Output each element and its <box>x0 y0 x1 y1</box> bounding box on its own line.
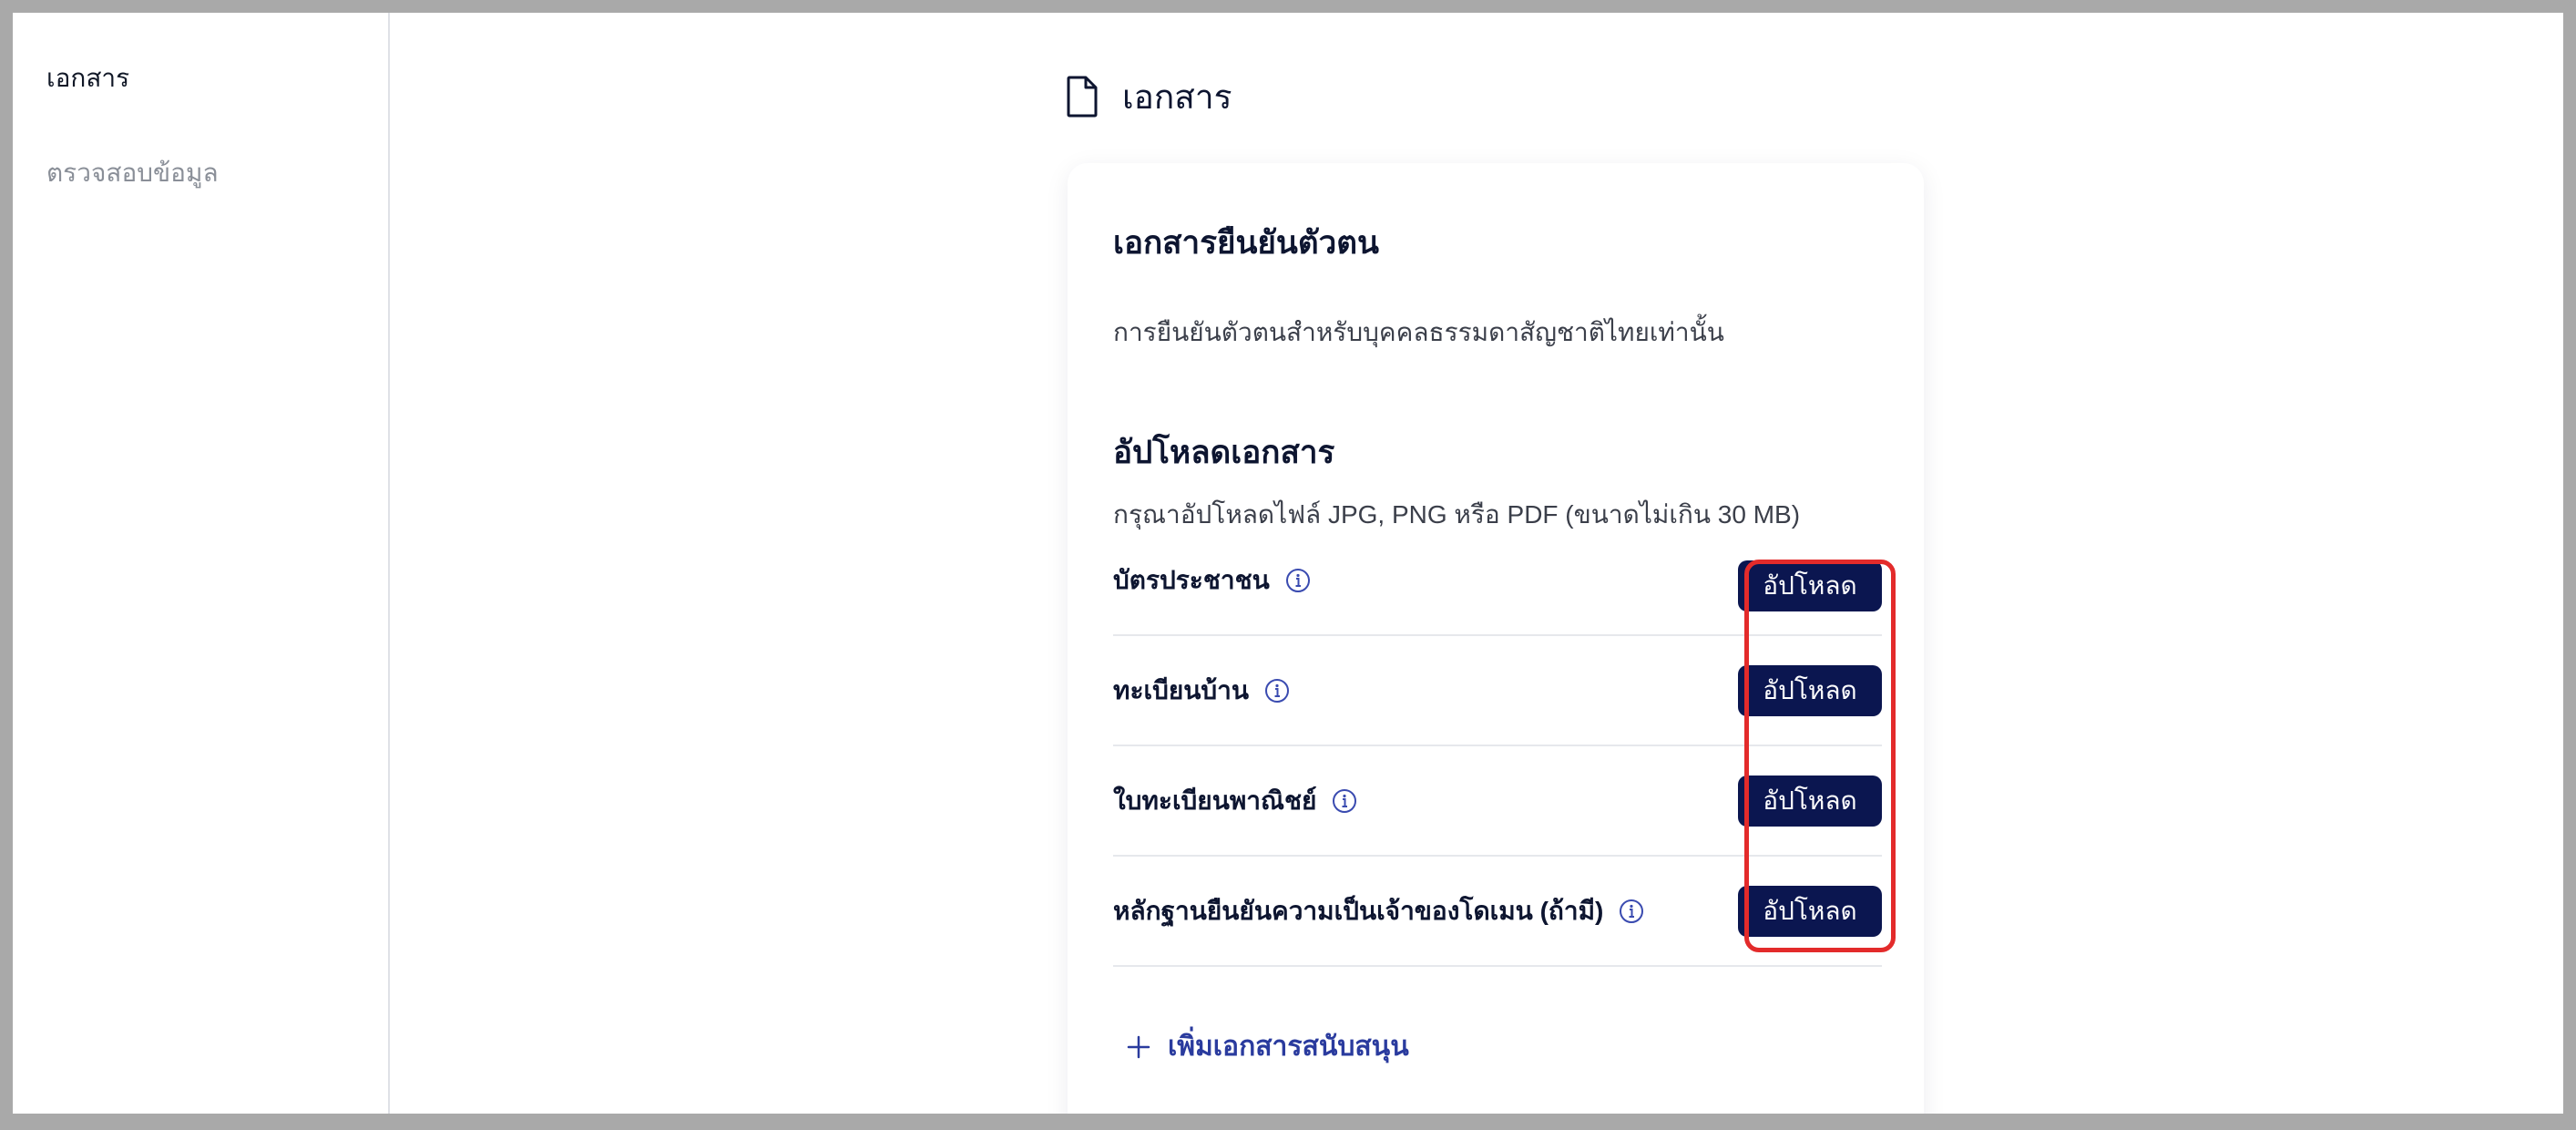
upload-button[interactable]: อัปโหลด <box>1738 560 1882 611</box>
card-description: การยืนยันตัวตนสำหรับบุคคลธรรมดาสัญชาติไท… <box>1113 318 1724 346</box>
upload-button[interactable]: อัปโหลด <box>1738 664 1882 716</box>
page-title: เอกสาร <box>1122 77 1232 116</box>
sidebar-item-verify-data[interactable]: ตรวจสอบข้อมูล <box>46 153 219 193</box>
page-header: เอกสาร <box>1066 71 1232 122</box>
add-supporting-document-link[interactable]: เพิ่มเอกสารสนับสนุน <box>1126 1025 1409 1068</box>
add-supporting-document-label: เพิ่มเอกสารสนับสนุน <box>1168 1032 1409 1062</box>
identity-documents-card: เอกสารยืนยันตัวตน การยืนยันตัวตนสำหรับบุ… <box>1068 163 1924 1114</box>
document-row-id-card: บัตรประชาชน อัปโหลด <box>1113 539 1882 636</box>
document-label: หลักฐานยืนยันความเป็นเจ้าของโดเมน (ถ้ามี… <box>1113 896 1604 925</box>
document-row-domain-ownership: หลักฐานยืนยันความเป็นเจ้าของโดเมน (ถ้ามี… <box>1113 857 1882 967</box>
info-icon[interactable] <box>1618 898 1645 925</box>
document-row-house-registration: ทะเบียนบ้าน อัปโหลด <box>1113 636 1882 746</box>
document-label: ใบทะเบียนพาณิชย์ <box>1113 786 1317 815</box>
document-row-commercial-registration: ใบทะเบียนพาณิชย์ อัปโหลด <box>1113 746 1882 857</box>
document-list: บัตรประชาชน อัปโหลด ทะเบียนบ้าน อัปโหลด <box>1113 539 1882 967</box>
card-title: เอกสารยืนยันตัวตน <box>1113 225 1379 261</box>
info-icon[interactable] <box>1263 677 1291 704</box>
plus-icon <box>1126 1034 1151 1060</box>
sidebar: เอกสาร ตรวจสอบข้อมูล <box>13 13 390 1114</box>
document-label: ทะเบียนบ้าน <box>1113 675 1250 704</box>
upload-section-title: อัปโหลดเอกสาร <box>1113 435 1335 470</box>
sidebar-item-documents[interactable]: เอกสาร <box>46 58 129 98</box>
document-icon <box>1066 75 1099 118</box>
upload-button[interactable]: อัปโหลด <box>1738 885 1882 937</box>
app-window: เอกสาร ตรวจสอบข้อมูล เอกสาร เอกสารยืนยัน… <box>13 13 2563 1114</box>
info-icon[interactable] <box>1284 567 1312 594</box>
info-icon[interactable] <box>1331 787 1358 815</box>
document-label: บัตรประชาชน <box>1113 566 1270 594</box>
upload-button[interactable]: อัปโหลด <box>1738 775 1882 827</box>
upload-hint: กรุณาอัปโหลดไฟล์ JPG, PNG หรือ PDF (ขนาด… <box>1113 500 1801 529</box>
